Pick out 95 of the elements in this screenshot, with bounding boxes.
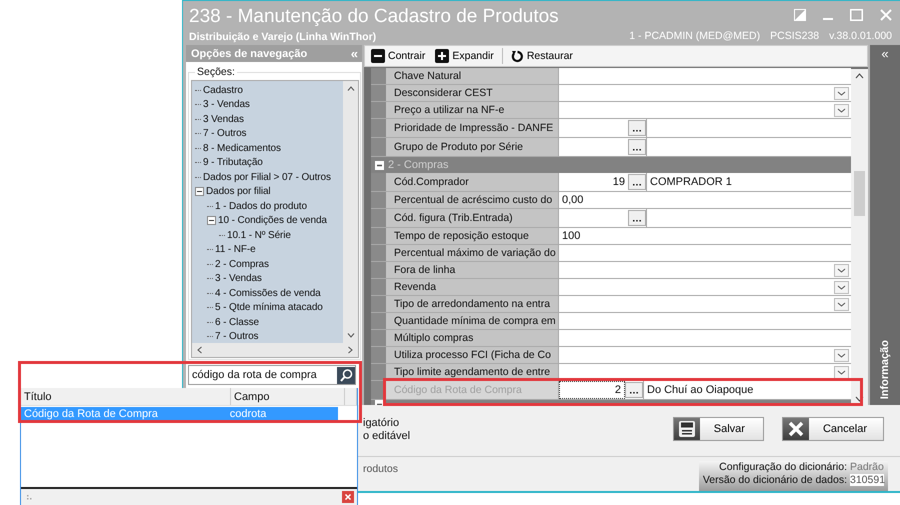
nav-title: Opções de navegação [191,48,308,60]
value-field[interactable] [558,330,851,346]
value-field[interactable] [558,313,851,329]
collapse-toggle-icon[interactable] [375,160,384,170]
tree-item[interactable]: 6 - Classe [215,316,260,328]
search-icon[interactable] [337,366,355,384]
code-field[interactable]: 19 [559,173,628,191]
scroll-up-icon[interactable] [346,86,354,91]
column-header[interactable]: Título [21,388,231,405]
tree-item[interactable]: 7 - Outros [203,128,246,140]
property-label: Tempo de reposição estoque [386,228,558,244]
tree-item[interactable]: Dados por filial [206,186,271,198]
tree-item[interactable]: 3 - Vendas [215,273,262,284]
window-subtitle: Distribuição e Varejo (Linha WinThor) [189,31,378,43]
config-value: Padrão [850,461,884,473]
value-field[interactable] [558,245,851,261]
property-label: Quantidade mínima de compra em [386,313,558,329]
tree-item[interactable]: 1 - Dados do produto [215,200,307,212]
value-field[interactable]: 100 [558,228,851,244]
tree-toggle-icon[interactable] [207,216,216,226]
tree-toggle-icon[interactable] [195,187,204,196]
property-label: Cód.Comprador [386,173,558,191]
dropdown-field[interactable] [558,85,851,101]
property-label: Prioridade de Impressão - DANFE [386,119,558,137]
tree-item[interactable]: 4 - Comissões de venda [215,288,321,299]
property-label: Percentual máximo de variação do [386,245,558,261]
version-label: v.38.0.01.000 [829,30,892,42]
tree-item[interactable]: 10 - Condições de venda [218,215,327,226]
user-label: 1 - PCADMIN (MED@MED) [629,30,760,42]
minus-icon [371,49,385,63]
save-button[interactable]: Salvar [672,417,764,441]
tree-item[interactable]: 3 - Vendas [203,99,250,110]
cancel-button[interactable]: Cancelar [782,417,884,441]
dictionary-version-label: Versão do dicionário de dados: [702,474,847,486]
property-label: Preço a utilizar na NF-e [386,102,558,118]
lookup-button[interactable] [628,174,646,190]
property-label: Grupo de Produto por Série [386,138,558,156]
lookup-button[interactable] [628,120,646,136]
legend-text: o editável [363,430,410,443]
tree-item[interactable]: 2 - Compras [215,258,269,270]
property-label: Revenda [386,279,558,295]
tree-item[interactable]: Cadastro [203,84,243,96]
close-icon [786,420,805,438]
floppy-icon [678,420,696,438]
dropdown-field[interactable] [558,262,851,278]
dropdown-field[interactable] [558,279,851,295]
refresh-icon [510,50,524,62]
search-field[interactable]: código da rota de compra [188,365,356,385]
value-field[interactable]: 0,00 [558,192,851,208]
dropdown-field[interactable] [558,296,851,312]
dropdown-field[interactable] [558,102,851,118]
tree-item[interactable]: 8 - Medicamentos [203,142,281,154]
sections-label: Seções: [195,66,237,78]
grip-icon [27,494,33,500]
property-label: Percentual de acréscimo custo do [386,192,558,208]
lookup-button[interactable] [628,210,646,226]
status-text: rodutos [363,463,398,477]
lookup-button[interactable] [628,139,646,155]
scroll-down-icon[interactable] [346,333,354,338]
tree-item[interactable]: 9 - Tributação [203,157,263,168]
property-label: Desconsiderar CEST [386,85,558,101]
toolbar-button[interactable]: Contrair [369,49,428,63]
scroll-down-icon[interactable] [855,396,864,402]
expand-button[interactable]: « [881,47,889,60]
lookup-button[interactable] [625,382,643,398]
scroll-thumb[interactable] [854,171,865,216]
property-label: Múltiplo compras [386,330,558,346]
tree-item[interactable]: 3 Vendas [203,114,244,125]
routine-label: PCSIS238 [770,30,820,42]
legend-text: igatório [363,417,400,430]
tree-item[interactable]: 7 - Outros [215,331,258,342]
property-label: Tipo de arredondamento na entra [386,296,558,312]
property-label: Cód. figura (Trib.Entrada) [386,209,558,227]
scroll-left-icon[interactable] [197,346,202,354]
property-label: Chave Natural [386,68,558,84]
toolbar-button[interactable]: Restaurar [508,50,575,62]
tree-item[interactable]: Dados por Filial > 07 - Outros [203,172,331,183]
value-field[interactable] [558,68,851,84]
tree-item[interactable]: 11 - NF-e [215,244,256,256]
property-label: Utiliza processo FCI (Ficha de Co [386,347,558,363]
scroll-right-icon[interactable] [348,346,353,354]
scroll-up-icon[interactable] [855,73,864,79]
dropdown-field[interactable] [558,347,851,363]
dictionary-version-value: 310591 [850,474,884,486]
tree-item[interactable]: 5 - Qtde mínima atacado [215,302,323,314]
column-header[interactable]: Campo [231,388,345,405]
info-tab[interactable]: Informação [879,340,891,399]
plus-icon [435,49,450,63]
close-icon[interactable] [342,491,354,503]
config-label: Configuração do dicionário: [719,461,847,473]
group-title: 2 - Compras [388,159,449,171]
window-title: 238 - Manutenção do Cadastro de Produtos [189,5,559,29]
toolbar-button[interactable]: Expandir [433,49,496,63]
property-label: Fora de linha [386,262,558,278]
tree-item[interactable]: 10.1 - Nº Série [227,230,291,241]
